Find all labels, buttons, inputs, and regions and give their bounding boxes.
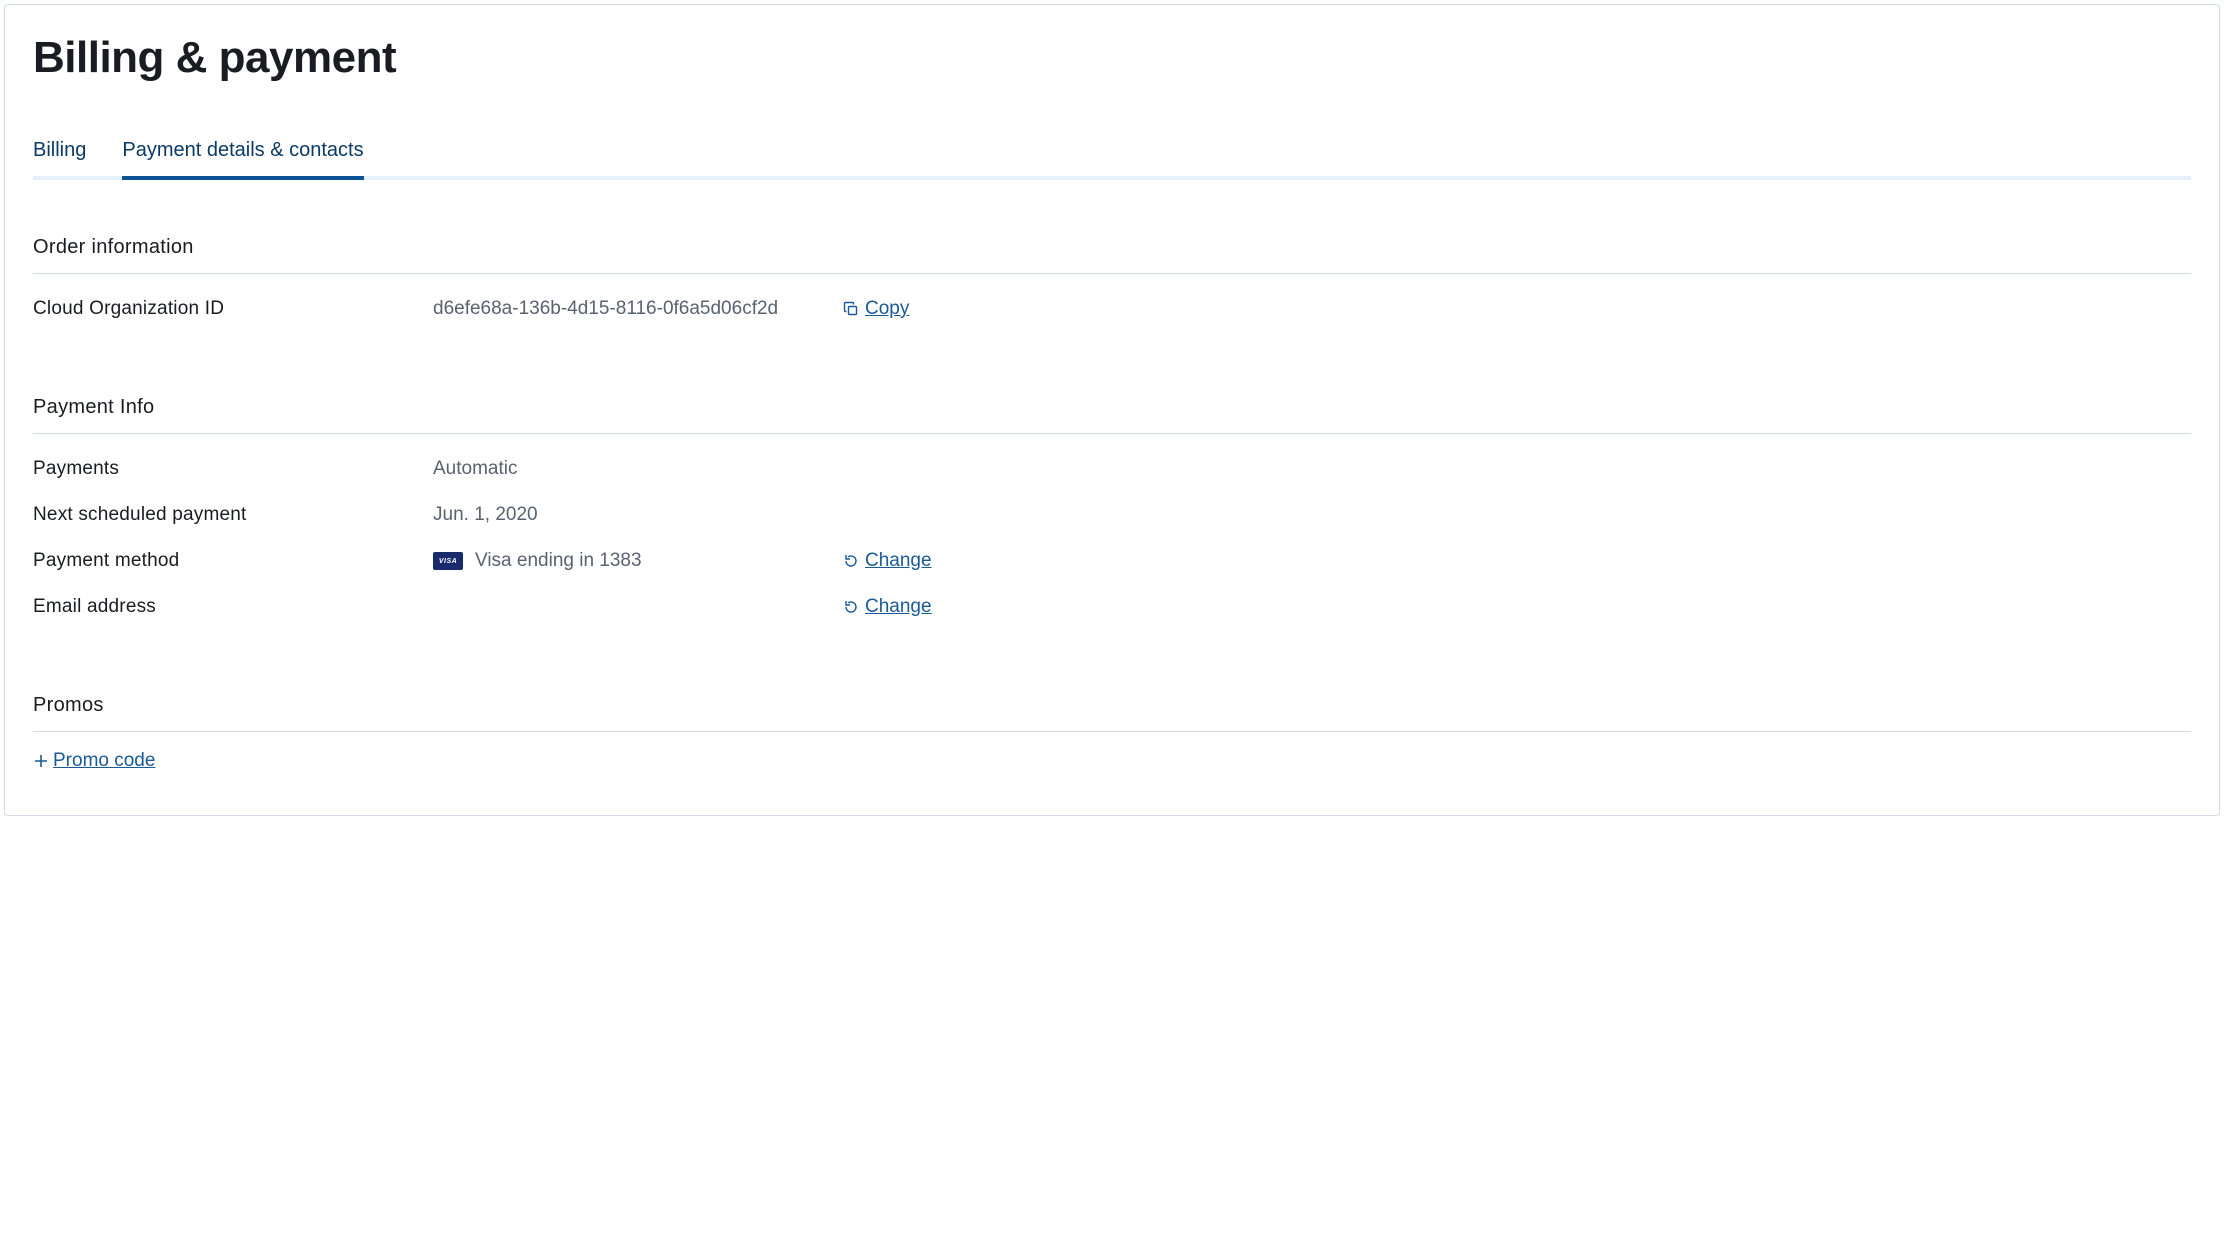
value-cloud-org-id: d6efe68a-136b-4d15-8116-0f6a5d06cf2d (433, 298, 843, 320)
section-heading-order-info: Order information (33, 236, 2191, 274)
row-cloud-org-id: Cloud Organization ID d6efe68a-136b-4d15… (33, 292, 2191, 338)
value-payments: Automatic (433, 458, 843, 480)
plus-icon (33, 753, 49, 769)
refresh-icon (843, 599, 859, 615)
change-email-button[interactable]: Change (843, 596, 932, 618)
tab-payment-details-contacts[interactable]: Payment details & contacts (122, 139, 363, 180)
change-label: Change (865, 596, 932, 618)
row-payment-method: Payment method VISA Visa ending in 1383 … (33, 544, 2191, 590)
value-payment-method: VISA Visa ending in 1383 (433, 550, 843, 572)
label-next-scheduled-payment: Next scheduled payment (33, 504, 433, 526)
refresh-icon (843, 553, 859, 569)
section-heading-payment-info: Payment Info (33, 396, 2191, 434)
value-next-scheduled-payment: Jun. 1, 2020 (433, 504, 843, 526)
add-promo-code-button[interactable]: Promo code (33, 750, 155, 772)
section-heading-promos: Promos (33, 694, 2191, 732)
change-payment-method-button[interactable]: Change (843, 550, 932, 572)
page-title: Billing & payment (33, 33, 2191, 83)
copy-button[interactable]: Copy (843, 298, 909, 320)
billing-payment-page: Billing & payment Billing Payment detail… (4, 4, 2220, 816)
copy-icon (843, 301, 859, 317)
visa-card-icon: VISA (433, 552, 463, 570)
section-payment-info: Payment Info Payments Automatic Next sch… (33, 396, 2191, 636)
label-payment-method: Payment method (33, 550, 433, 572)
row-email-address: Email address Change (33, 590, 2191, 636)
tab-billing[interactable]: Billing (33, 139, 86, 180)
label-payments: Payments (33, 458, 433, 480)
payment-method-text: Visa ending in 1383 (475, 550, 642, 572)
tab-bar: Billing Payment details & contacts (33, 139, 2191, 180)
row-payments: Payments Automatic (33, 452, 2191, 498)
section-order-information: Order information Cloud Organization ID … (33, 236, 2191, 338)
label-email-address: Email address (33, 596, 433, 618)
change-label: Change (865, 550, 932, 572)
label-cloud-org-id: Cloud Organization ID (33, 298, 433, 320)
row-next-scheduled-payment: Next scheduled payment Jun. 1, 2020 (33, 498, 2191, 544)
promo-code-label: Promo code (53, 750, 155, 772)
copy-label: Copy (865, 298, 909, 320)
section-promos: Promos Promo code (33, 694, 2191, 774)
